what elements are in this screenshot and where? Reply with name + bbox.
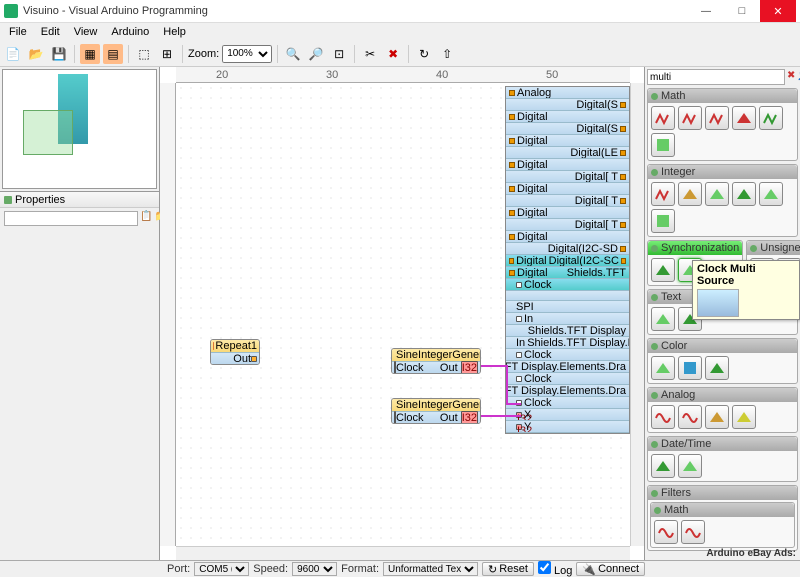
window-title: Visuino - Visual Arduino Programming <box>23 5 688 17</box>
comp-flt-2[interactable] <box>681 520 705 544</box>
speed-select[interactable]: 9600 <box>292 562 337 576</box>
comp-color-1[interactable] <box>651 356 675 380</box>
new-icon[interactable]: 📄 <box>3 44 23 64</box>
comp-math-5[interactable] <box>759 106 783 130</box>
status-bar: Port: COM5 (L Speed: 9600 Format: Unform… <box>0 560 800 577</box>
maximize-button[interactable] <box>724 0 760 22</box>
canvas-scrollbar-v[interactable] <box>630 83 644 546</box>
grid2-icon[interactable]: ▤ <box>103 44 123 64</box>
comp-math-6[interactable] <box>651 133 675 157</box>
category-math: Math <box>647 88 798 161</box>
comp-flt-1[interactable] <box>654 520 678 544</box>
properties-panel: Properties 📋 📁 📂 📄 📌 ⇲ <box>0 191 159 560</box>
comp-ana-2[interactable] <box>678 405 702 429</box>
design-canvas-wrap: 20 30 40 50 Repeat1 Out SineIntegerGener… <box>160 67 644 560</box>
design-canvas[interactable]: Repeat1 Out SineIntegerGenerator1 ClockO… <box>176 83 630 546</box>
port-label: Port: <box>167 563 190 575</box>
cut-icon[interactable]: ✂ <box>360 44 380 64</box>
upload-icon[interactable]: ⇧ <box>437 44 457 64</box>
node-repeat[interactable]: Repeat1 Out <box>210 339 260 365</box>
ruler-horizontal: 20 30 40 50 <box>176 67 630 83</box>
reset-button[interactable]: ↻ Reset <box>482 562 534 576</box>
comp-int-4[interactable] <box>732 182 756 206</box>
zoom-label: Zoom: <box>188 48 219 60</box>
comp-math-1[interactable] <box>651 106 675 130</box>
canvas-scrollbar-h[interactable] <box>176 546 630 560</box>
menu-file[interactable]: File <box>3 24 33 40</box>
connect-button[interactable]: 🔌 Connect <box>576 562 645 576</box>
comp-color-2[interactable] <box>678 356 702 380</box>
align-icon[interactable]: ⬚ <box>134 44 154 64</box>
save-icon[interactable]: 💾 <box>49 44 69 64</box>
refresh-icon[interactable]: ↻ <box>414 44 434 64</box>
comp-sync-1[interactable] <box>651 258 675 282</box>
main-toolbar: 📄 📂 💾 ▦ ▤ ⬚ ⊞ Zoom: 100% 🔍 🔎 ⊡ ✂ ✖ ↻ ⇧ <box>0 41 800 67</box>
minimize-button[interactable] <box>688 0 724 22</box>
category-datetime: Date/Time <box>647 436 798 482</box>
comp-math-3[interactable] <box>705 106 729 130</box>
ruler-vertical <box>160 83 176 546</box>
menu-help[interactable]: Help <box>157 24 192 40</box>
category-analog: Analog <box>647 387 798 433</box>
delete-icon[interactable]: ✖ <box>383 44 403 64</box>
node-sine2[interactable]: SineIntegerGenerator2 ClockOut I32 <box>391 398 481 424</box>
menu-bar: File Edit View Arduino Help <box>0 23 800 41</box>
comp-ana-3[interactable] <box>705 405 729 429</box>
zoom-out-icon[interactable]: 🔎 <box>306 44 326 64</box>
search-clear-icon[interactable]: ✖ <box>787 70 795 84</box>
comp-int-5[interactable] <box>759 182 783 206</box>
comp-color-3[interactable] <box>705 356 729 380</box>
close-button[interactable] <box>760 0 796 22</box>
properties-title: Properties <box>15 194 65 206</box>
comp-math-4[interactable] <box>732 106 756 130</box>
left-panel: Properties 📋 📁 📂 📄 📌 ⇲ <box>0 67 160 560</box>
grid1-icon[interactable]: ▦ <box>80 44 100 64</box>
title-bar: Visuino - Visual Arduino Programming <box>0 0 800 23</box>
format-label: Format: <box>341 563 379 575</box>
open-icon[interactable]: 📂 <box>26 44 46 64</box>
comp-int-3[interactable] <box>705 182 729 206</box>
node-arduino-board[interactable]: Analog Digital(S Digital Digital(S Digit… <box>505 86 630 434</box>
ad-footer: Arduino eBay Ads: <box>706 548 796 559</box>
comp-ana-4[interactable] <box>732 405 756 429</box>
format-select[interactable]: Unformatted Text <box>383 562 478 576</box>
comp-dt-2[interactable] <box>678 454 702 478</box>
category-color: Color <box>647 338 798 384</box>
menu-arduino[interactable]: Arduino <box>105 24 155 40</box>
node-sine1[interactable]: SineIntegerGenerator1 ClockOut I32 <box>391 348 481 374</box>
comp-int-2[interactable] <box>678 182 702 206</box>
properties-filter-input[interactable] <box>4 211 138 226</box>
menu-edit[interactable]: Edit <box>35 24 66 40</box>
log-checkbox[interactable]: Log <box>538 561 572 577</box>
zoom-in-icon[interactable]: 🔍 <box>283 44 303 64</box>
component-tooltip: Clock Multi Source <box>692 260 800 320</box>
comp-int-1[interactable] <box>651 182 675 206</box>
comp-text-1[interactable] <box>651 307 675 331</box>
snap-icon[interactable]: ⊞ <box>157 44 177 64</box>
zoom-select[interactable]: 100% <box>222 45 272 63</box>
zoom-fit-icon[interactable]: ⊡ <box>329 44 349 64</box>
speed-label: Speed: <box>253 563 288 575</box>
comp-dt-1[interactable] <box>651 454 675 478</box>
category-integer: Integer <box>647 164 798 237</box>
comp-math-2[interactable] <box>678 106 702 130</box>
category-filters: Filters Math <box>647 485 798 551</box>
prop-tool-1[interactable]: 📋 <box>140 211 152 225</box>
app-icon <box>4 4 18 18</box>
comp-ana-1[interactable] <box>651 405 675 429</box>
palette-search-input[interactable] <box>647 69 785 85</box>
overview-map[interactable] <box>2 69 157 189</box>
menu-view[interactable]: View <box>68 24 104 40</box>
comp-int-6[interactable] <box>651 209 675 233</box>
port-select[interactable]: COM5 (L <box>194 562 249 576</box>
